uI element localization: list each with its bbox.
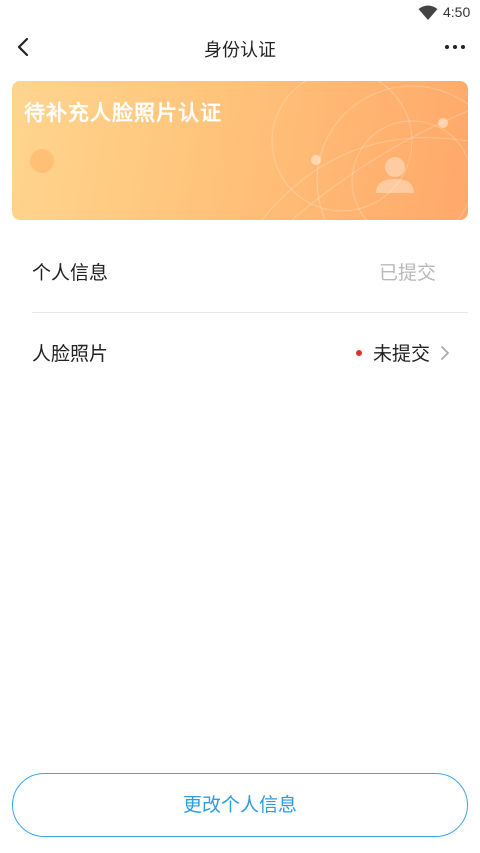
page-title: 身份认证: [204, 40, 276, 61]
more-icon[interactable]: [440, 35, 470, 59]
status-bar: 4:50: [0, 0, 480, 26]
personal-info-label: 个人信息: [32, 262, 109, 284]
banner-title: 待补充人脸照片认证: [24, 101, 222, 125]
alert-dot: [356, 350, 362, 356]
status-time: 4:50: [443, 4, 471, 20]
personal-info-row: 个人信息 已提交: [32, 232, 468, 312]
wifi-icon: [418, 5, 438, 20]
face-photo-label: 人脸照片: [32, 343, 109, 365]
face-photo-status: 未提交: [372, 343, 430, 365]
face-photo-row[interactable]: 人脸照片 未提交: [32, 313, 468, 393]
nav-bar: 身份认证: [0, 26, 480, 68]
chevron-right-icon: [441, 346, 449, 360]
verification-banner: 待补充人脸照片认证: [12, 81, 468, 220]
personal-info-status: 已提交: [378, 262, 436, 284]
edit-personal-info-button[interactable]: 更改个人信息: [12, 773, 468, 837]
